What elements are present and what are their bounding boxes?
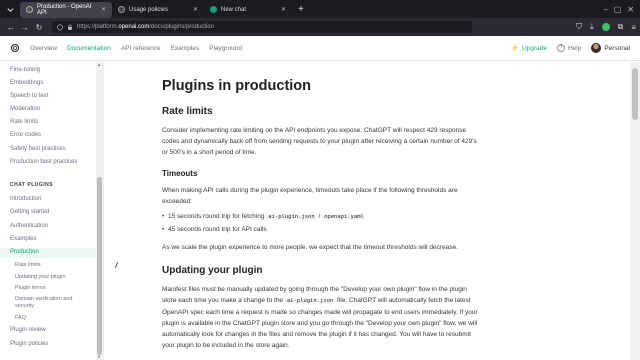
- extension-icon[interactable]: [601, 23, 610, 31]
- sidebar-item-fine-tuning[interactable]: Fine-tuning: [10, 67, 40, 73]
- timeouts-intro: When making API calls during the plugin …: [162, 187, 458, 205]
- nav-api-reference[interactable]: API reference: [121, 45, 161, 52]
- close-icon[interactable]: ✕: [275, 6, 286, 13]
- header-actions: ⚡ Upgrade ? Help Personal: [511, 43, 630, 53]
- scroll-up-arrow-icon[interactable]: ▲: [97, 62, 101, 67]
- help-button[interactable]: ? Help: [556, 44, 582, 52]
- list-item: 15 seconds round trip for fetching ai-pl…: [162, 213, 366, 220]
- sidebar-item-getting-started[interactable]: Getting started: [10, 209, 49, 215]
- new-tab-button[interactable]: +: [298, 4, 304, 15]
- top-nav: Overview Documentation API reference Exa…: [30, 45, 252, 52]
- toolbar-right: ⛉ ⤓ ⧉ ≡: [576, 22, 636, 32]
- lock-icon: [68, 24, 72, 30]
- inline-code: openapi.yaml: [322, 214, 366, 220]
- openai-favicon-icon: [118, 6, 125, 13]
- browser-tab-usage-policies[interactable]: Usage policies ✕: [112, 2, 204, 18]
- sidebar-scroll-thumb[interactable]: [97, 177, 102, 355]
- shield-icon: [57, 23, 63, 31]
- rate-limits-paragraph: Consider implementing rate limiting on t…: [162, 127, 477, 156]
- account-menu[interactable]: Personal: [591, 43, 630, 53]
- back-arrow-icon[interactable]: ←: [4, 23, 18, 32]
- timeouts-outro: As we scale the plugin experience to mor…: [162, 244, 458, 251]
- tab-title: Usage policies: [129, 6, 169, 13]
- minimize-icon[interactable]: –: [603, 5, 607, 14]
- upgrade-label: Upgrade: [522, 44, 547, 52]
- list-item: 45 seconds round trip for API calls: [162, 226, 267, 233]
- docs-sidebar: Fine-tuning Embeddings Speech to text Mo…: [0, 62, 104, 360]
- inline-code: ai-plugin.json: [266, 214, 317, 220]
- sidebar-subitem-domain-verification[interactable]: Domain verification and security: [15, 296, 85, 310]
- bullet-text: 15 seconds round trip for fetching: [168, 213, 265, 220]
- bullet-separator: /: [318, 213, 321, 220]
- heading-updating-your-plugin: Updating your plugin: [162, 265, 263, 276]
- upgrade-button[interactable]: ⚡ Upgrade: [510, 44, 547, 53]
- close-window-icon[interactable]: ✕: [627, 5, 634, 14]
- sidebar-section-title: CHAT PLUGINS: [10, 182, 54, 188]
- url-path: /docs/plugins/production: [149, 24, 215, 30]
- nav-documentation[interactable]: Documentation: [67, 45, 111, 52]
- sidebar-item-speech-to-text[interactable]: Speech to text: [10, 93, 48, 99]
- browser-tab-production[interactable]: Production - OpenAI API ✕: [20, 1, 112, 18]
- sidebar-item-introduction[interactable]: Introduction: [10, 196, 41, 202]
- reload-icon[interactable]: ↻: [32, 23, 46, 32]
- address-bar[interactable]: https://platform. openai.com/docs/plugins…: [52, 21, 472, 33]
- sidebar-item-plugin-review[interactable]: Plugin review: [10, 327, 46, 333]
- doc-content: Plugins in production Rate limits Consid…: [105, 62, 630, 360]
- page-title: Plugins in production: [162, 78, 312, 94]
- maximize-icon[interactable]: ▢: [614, 5, 622, 14]
- tab-title: New chat: [221, 6, 247, 13]
- heading-rate-limits: Rate limits: [162, 106, 213, 117]
- menu-icon[interactable]: ≡: [631, 23, 636, 32]
- lightning-icon: ⚡: [510, 45, 520, 52]
- bullet-text: 45 seconds round trip for API calls: [168, 226, 267, 233]
- browser-tab-bar: Production - OpenAI API ✕ Usage policies…: [0, 0, 640, 18]
- sidebar-item-rate-limits[interactable]: Rate limits: [10, 119, 38, 125]
- nav-playground[interactable]: Playground: [209, 45, 242, 52]
- sidebar-item-production-best-practices[interactable]: Production best practices: [10, 159, 77, 165]
- paragraph-text: file. ChatGPT will automatically fetch t…: [162, 297, 478, 349]
- sidebar-subitem-faq[interactable]: FAQ: [15, 315, 85, 322]
- heading-timeouts: Timeouts: [162, 169, 198, 178]
- scroll-down-arrow-icon[interactable]: ▼: [97, 354, 101, 359]
- url-host: openai.com: [118, 24, 150, 30]
- window-controls: – ▢ ✕: [603, 5, 634, 14]
- sidebar-item-examples[interactable]: Examples: [10, 236, 36, 242]
- download-icon[interactable]: ⤓: [590, 22, 594, 32]
- account-label: Personal: [604, 44, 630, 52]
- chevron-down-icon: [6, 7, 14, 12]
- sidebar-item-safety-best-practices[interactable]: Safety best practices: [10, 146, 66, 152]
- sidebar-subitem-updating-your-plugin[interactable]: Updating your plugin: [15, 274, 85, 281]
- forward-arrow-icon[interactable]: →: [18, 23, 32, 32]
- openai-favicon-icon: [26, 6, 33, 13]
- openai-logo-icon[interactable]: [10, 43, 20, 53]
- nav-overview[interactable]: Overview: [30, 45, 57, 52]
- sidebar-item-production[interactable]: Production: [10, 249, 39, 255]
- pocket-icon[interactable]: ⛉: [576, 22, 582, 32]
- sidebar-item-authentication[interactable]: Authentication: [10, 223, 48, 229]
- help-label: Help: [567, 44, 582, 52]
- sidebar-subitem-plugin-terms[interactable]: Plugin terms: [15, 285, 85, 292]
- sidebar-item-embeddings[interactable]: Embeddings: [10, 80, 43, 86]
- sidebar-subitem-rate-limits[interactable]: Rate limits: [15, 262, 85, 269]
- site-header: Overview Documentation API reference Exa…: [0, 36, 640, 61]
- openai-favicon-icon: [210, 6, 217, 13]
- updating-paragraph: Manifest files must be manually updated …: [162, 284, 482, 351]
- browser-tab-new-chat[interactable]: New chat ✕: [204, 2, 292, 18]
- sidebar-item-plugin-policies[interactable]: Plugin policies: [10, 341, 48, 347]
- avatar: [591, 43, 602, 53]
- close-icon[interactable]: ✕: [187, 6, 198, 13]
- browser-nav-bar: ← → ↻ https://platform. openai.com/docs/p…: [0, 18, 640, 36]
- help-icon: ?: [556, 44, 565, 52]
- nav-examples[interactable]: Examples: [171, 45, 200, 52]
- tab-title: Production - OpenAI API: [37, 3, 92, 16]
- sidebar-item-error-codes[interactable]: Error codes: [10, 132, 41, 138]
- extensions-icon[interactable]: ⧉: [618, 22, 624, 32]
- url-prefix: https://platform.: [77, 24, 119, 30]
- page-scroll-thumb[interactable]: [632, 68, 638, 120]
- sidebar-item-moderation[interactable]: Moderation: [10, 106, 40, 112]
- inline-code: ai-plugin.json: [284, 298, 336, 304]
- close-icon[interactable]: ✕: [95, 6, 106, 13]
- tab-list-button[interactable]: [0, 0, 20, 18]
